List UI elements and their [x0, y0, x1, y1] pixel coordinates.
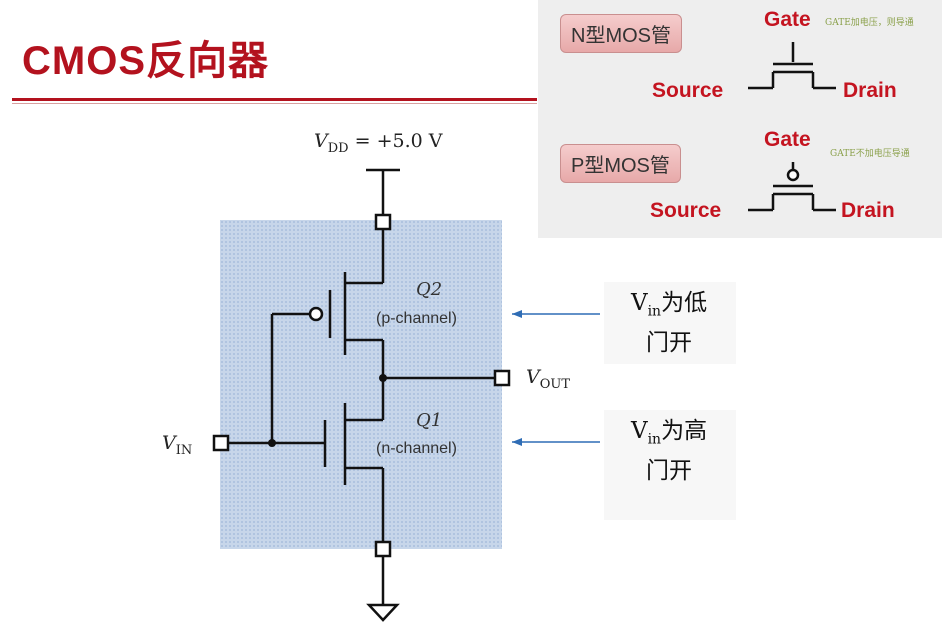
q2-name: Q2 [416, 279, 443, 300]
cmos-inverter-schematic [212, 168, 600, 622]
annotation-vin-low: Vin为低 门开 [630, 290, 708, 356]
annotation-vin-high: Vin为高 门开 [630, 418, 708, 484]
q1-type: (n-channel) [376, 440, 457, 457]
vdd-label: VDD = +5.0 V [314, 130, 443, 156]
vout-label: VOUT [526, 366, 571, 392]
q1-name: Q1 [416, 410, 443, 431]
q2-type: (p-channel) [376, 310, 457, 327]
vin-label: VIN [162, 432, 193, 458]
